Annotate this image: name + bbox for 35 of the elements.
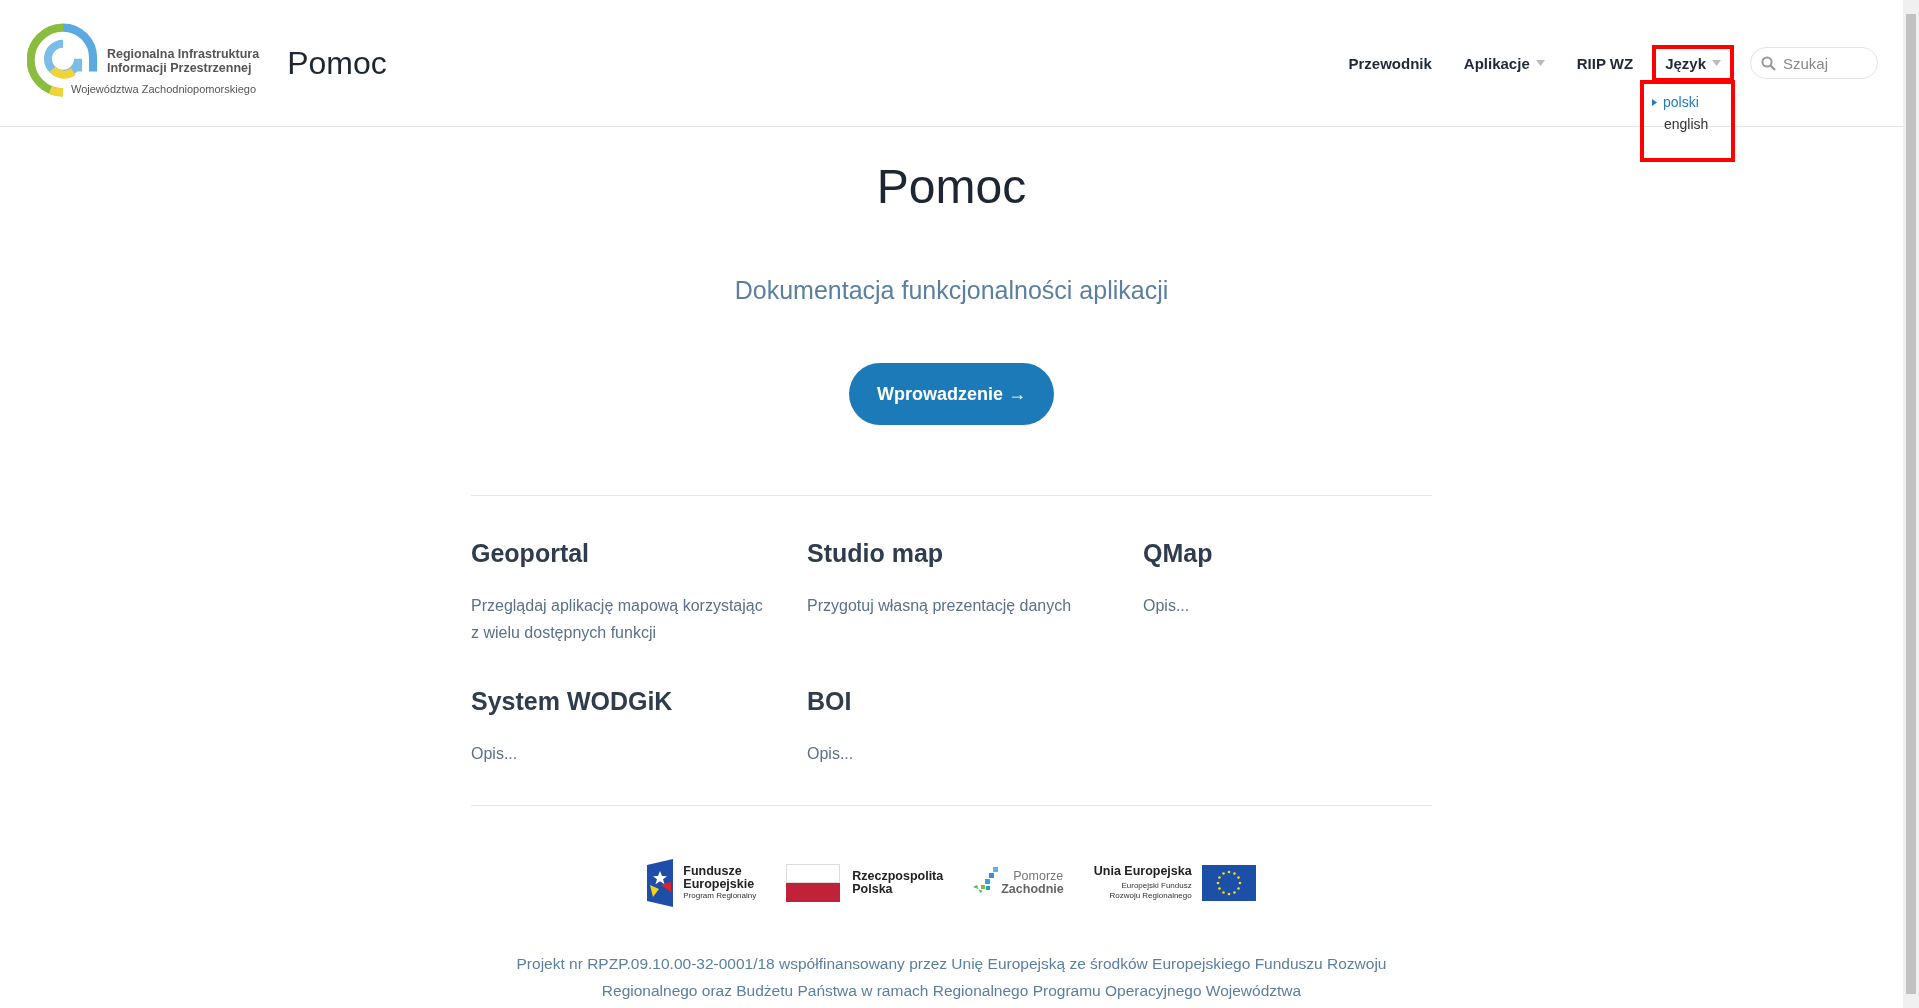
language-option[interactable]: english: [1652, 116, 1731, 132]
app-description: Opis...: [471, 744, 519, 764]
logo-text: Polska: [852, 883, 893, 896]
logo-text: Unia Europejska: [1093, 865, 1192, 878]
app-title[interactable]: System WODGiK: [471, 686, 807, 716]
app-title[interactable]: QMap: [1143, 538, 1479, 568]
logo-text: Rzeczpospolita: [852, 870, 944, 883]
page-title: Pomoc: [876, 159, 1027, 215]
language-option[interactable]: polski: [1652, 94, 1731, 110]
nav-link[interactable]: Przewodnik: [1335, 44, 1445, 82]
nav-menu[interactable]: Język: [1652, 44, 1734, 82]
logo-text: Pomorze: [1013, 870, 1064, 883]
app-description: Opis...: [807, 744, 855, 764]
logo-subtitle: Województwa Zachodniopomorskiego: [71, 83, 258, 95]
logo-text: Informacji Przestrzennej: [107, 61, 253, 75]
funding-note: Projekt nr RPZP.09.10.00-32-0001/18 współfinansowany przez Unię Europejską ze środków Europejskiego Funduszu Rozwoju Regionalnego oraz Budżetu Państwa w ramach Regionalnego Programu Operacyjnego Województwa: [515, 954, 1388, 1001]
logo-text: Regionalna Infrastruktura: [107, 47, 260, 61]
logo-text: Fundusze: [683, 865, 743, 878]
search-field[interactable]: Szukaj: [1750, 47, 1878, 79]
app-description: Przygotuj własną prezentację danych: [807, 596, 1073, 616]
site-title: Pomoc: [287, 44, 387, 82]
page-subtitle: Dokumentacja funkcjonalności aplikacji: [734, 275, 1169, 306]
nav-menu[interactable]: Aplikacje: [1450, 44, 1558, 82]
intro-button[interactable]: Wprowadzenie →: [849, 363, 1054, 425]
logo-text: Rozwoju Regionalnego: [1109, 891, 1192, 901]
app-description: Opis...: [1143, 596, 1191, 616]
app-description: Przeglądaj aplikację mapową korzystając z wielu dostępnych funkcji: [471, 596, 764, 643]
logo-text: Europejski Fundusz: [1121, 881, 1192, 891]
app-title[interactable]: Studio map: [807, 538, 1143, 568]
app-title[interactable]: BOI: [807, 686, 1143, 716]
nav-link[interactable]: RIIP WZ: [1563, 44, 1647, 82]
logo-text: Program Regionalny: [683, 891, 757, 901]
app-title[interactable]: Geoportal: [471, 538, 807, 568]
logo-text: Europejskie: [683, 878, 756, 891]
logo-text: Zachodnie: [1001, 883, 1064, 896]
